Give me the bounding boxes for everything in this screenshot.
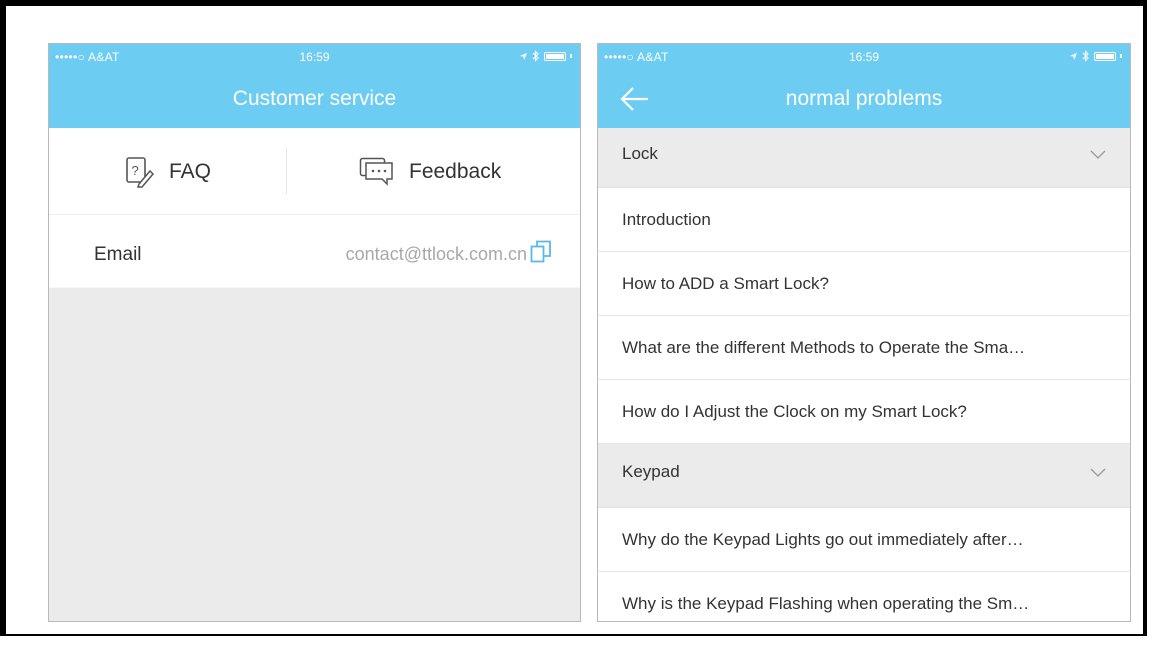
battery-icon	[544, 51, 566, 61]
section-label: Keypad	[622, 462, 680, 481]
feedback-label: Feedback	[409, 160, 502, 183]
bluetooth-icon	[532, 50, 539, 62]
list-item[interactable]: How to ADD a Smart Lock?	[598, 252, 1130, 316]
svg-text:?: ?	[132, 163, 139, 178]
nav-bar: Customer service	[49, 70, 580, 128]
email-row: Email contact@ttlock.com.cn	[49, 215, 580, 287]
item-label: Introduction	[622, 210, 711, 229]
item-label: How do I Adjust the Clock on my Smart Lo…	[622, 402, 967, 421]
status-icons	[1069, 50, 1122, 62]
page-title: normal problems	[785, 87, 943, 110]
nav-bar: normal problems	[598, 70, 1130, 128]
chevron-down-icon	[1090, 150, 1106, 159]
location-icon	[519, 52, 528, 60]
customer-service-screen: •••••○ A&AT 16:59 Customer service ? FAQ	[48, 43, 581, 622]
location-icon	[1069, 52, 1078, 60]
bluetooth-icon	[1082, 50, 1089, 62]
empty-content-area	[49, 288, 580, 621]
copy-icon[interactable]	[530, 240, 552, 264]
chevron-down-icon	[1090, 468, 1106, 477]
section-label: Lock	[622, 144, 658, 163]
item-label: How to ADD a Smart Lock?	[622, 274, 829, 293]
section-header-keypad[interactable]: Keypad	[598, 444, 1130, 508]
item-label: Why do the Keypad Lights go out immediat…	[622, 530, 1024, 549]
list-item[interactable]: How do I Adjust the Clock on my Smart Lo…	[598, 380, 1130, 444]
faq-list: Lock Introduction How to ADD a Smart Loc…	[598, 128, 1130, 621]
chat-icon	[359, 157, 393, 186]
battery-icon	[1094, 51, 1116, 61]
item-label: What are the different Methods to Operat…	[622, 338, 1026, 357]
faq-icon: ?	[126, 157, 155, 188]
status-bar: •••••○ A&AT 16:59	[598, 44, 1130, 70]
email-value[interactable]: contact@ttlock.com.cn	[346, 244, 527, 265]
status-icons	[519, 50, 572, 62]
status-bar: •••••○ A&AT 16:59	[49, 44, 580, 70]
normal-problems-screen: •••••○ A&AT 16:59 normal problems Lock I…	[597, 43, 1131, 622]
list-item[interactable]: Why is the Keypad Flashing when operatin…	[598, 572, 1130, 621]
status-time: 16:59	[848, 50, 880, 64]
status-time: 16:59	[299, 50, 330, 64]
tab-divider	[286, 148, 287, 194]
email-label: Email	[94, 244, 142, 265]
page-title: Customer service	[232, 87, 397, 110]
feedback-button[interactable]: Feedback	[359, 152, 501, 192]
faq-label: FAQ	[169, 160, 212, 183]
list-item[interactable]: What are the different Methods to Operat…	[598, 316, 1130, 380]
list-item[interactable]: Introduction	[598, 188, 1130, 252]
item-label: Why is the Keypad Flashing when operatin…	[622, 594, 1030, 613]
service-tabs: ? FAQ Feedback	[49, 128, 580, 215]
section-header-lock[interactable]: Lock	[598, 128, 1130, 188]
list-item[interactable]: Why do the Keypad Lights go out immediat…	[598, 508, 1130, 572]
faq-button[interactable]: ? FAQ	[125, 152, 211, 192]
